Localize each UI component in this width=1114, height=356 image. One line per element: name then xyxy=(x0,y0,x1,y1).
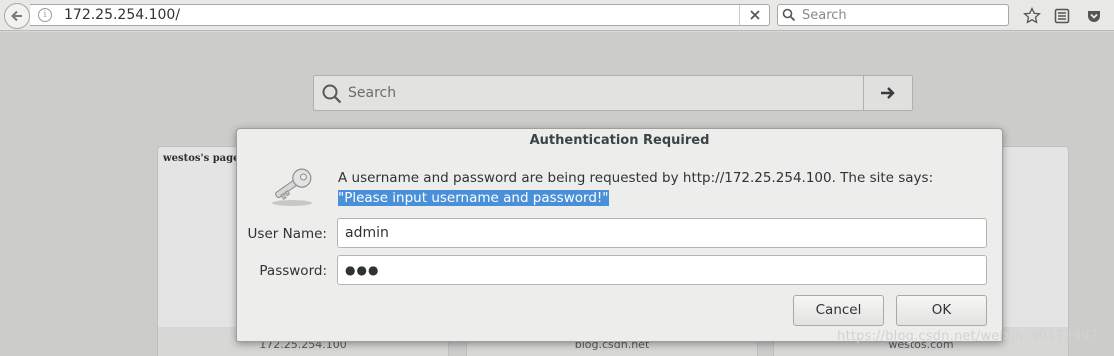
back-arrow-icon xyxy=(11,10,22,22)
url-bar[interactable]: i 172.25.254.100/ xyxy=(30,4,770,26)
browser-toolbar: i 172.25.254.100/ Search xyxy=(0,0,1114,31)
password-label: Password: xyxy=(259,263,327,279)
dialog-title: Authentication Required xyxy=(529,133,710,148)
search-placeholder: Search xyxy=(802,8,847,23)
auth-dialog: Authentication Required A username and p… xyxy=(236,128,1003,342)
dialog-message: A username and password are being reques… xyxy=(338,168,978,208)
watermark: https://blog.csdn.net/weixin_40172997 xyxy=(837,329,1098,344)
cancel-button[interactable]: Cancel xyxy=(793,295,884,326)
info-icon[interactable]: i xyxy=(38,8,52,22)
pocket-button[interactable] xyxy=(1084,6,1104,26)
message-text: A username and password are being reques… xyxy=(338,170,934,186)
search-bar[interactable]: Search xyxy=(777,4,1009,26)
pocket-icon xyxy=(1088,11,1100,22)
password-field[interactable]: ●●● xyxy=(337,255,987,285)
bookmark-star-button[interactable] xyxy=(1022,6,1042,26)
star-icon xyxy=(1023,7,1041,24)
list-icon xyxy=(1054,8,1070,24)
reading-list-button[interactable] xyxy=(1052,6,1072,26)
ok-button[interactable]: OK xyxy=(896,295,987,326)
key-icon xyxy=(272,168,312,206)
back-button[interactable] xyxy=(4,3,30,29)
clear-url-button[interactable] xyxy=(739,5,769,25)
url-text: 172.25.254.100/ xyxy=(64,7,181,23)
site-message-highlight: "Please input username and password!" xyxy=(338,190,609,206)
close-icon xyxy=(749,10,760,20)
search-icon xyxy=(782,8,796,22)
username-field[interactable]: admin xyxy=(337,218,987,248)
username-label: User Name: xyxy=(247,226,327,242)
